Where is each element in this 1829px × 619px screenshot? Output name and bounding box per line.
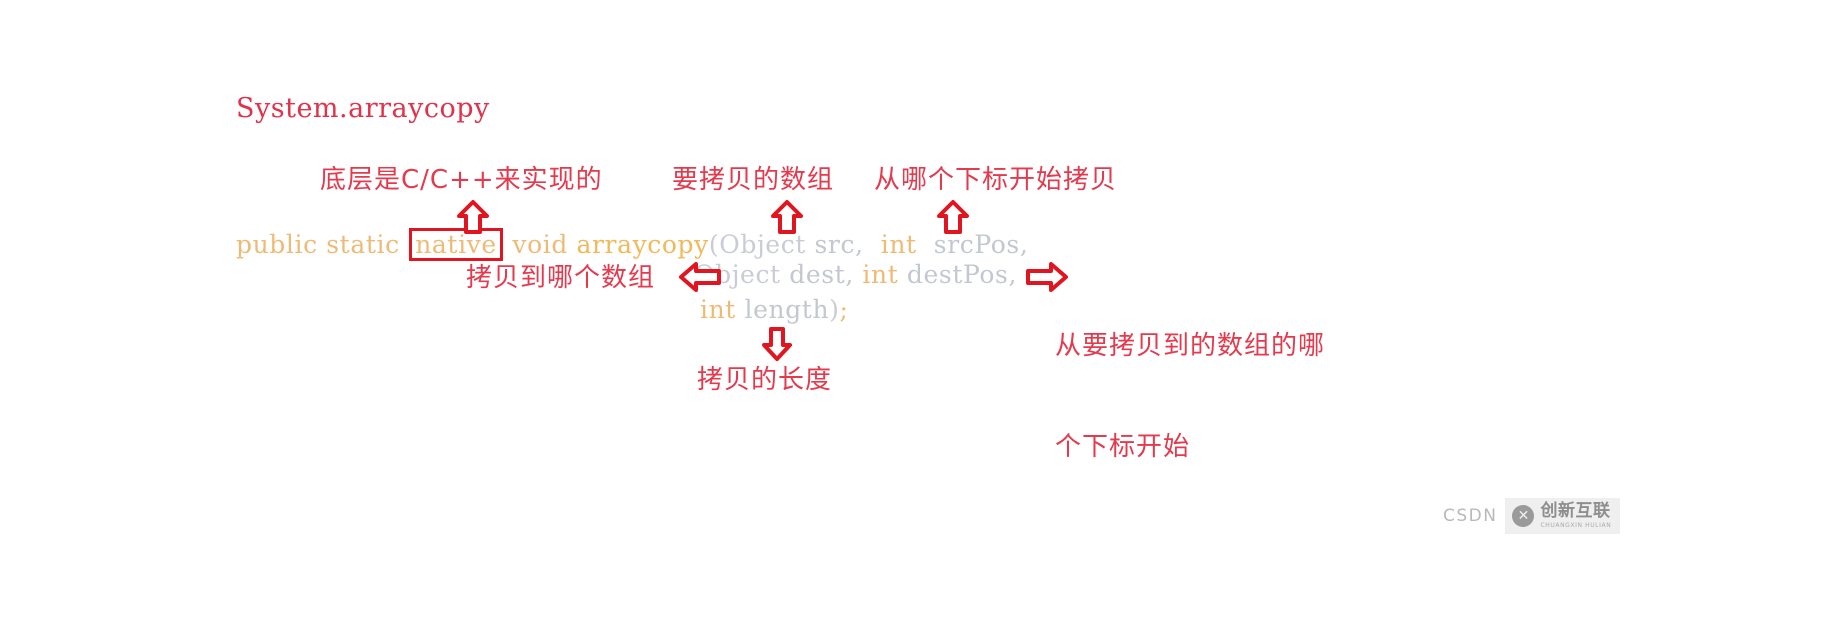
arrow-left-icon — [663, 262, 721, 292]
arrow-right-icon — [1010, 262, 1068, 292]
watermark-brand-pinyin: CHUANGXIN HULIAN — [1540, 522, 1612, 529]
code-line-2: Object dest, int destPos, — [694, 262, 1017, 287]
code-return-type: void — [503, 230, 577, 259]
watermark-brand-cn: 创新互联 — [1540, 501, 1611, 521]
watermark-brand-chip: ✕ 创新互联 CHUANGXIN HULIAN — [1505, 498, 1621, 534]
watermark-brand-text: 创新互联 CHUANGXIN HULIAN — [1540, 503, 1611, 529]
code-param1-name: src, — [805, 230, 864, 259]
annotation-src-pos: 从哪个下标开始拷贝 — [874, 165, 1118, 195]
page-title: System.arraycopy — [236, 93, 490, 124]
code-method-name: arraycopy — [576, 230, 709, 259]
code-param3-name: dest, — [780, 260, 854, 289]
code-param5-name: length — [735, 295, 830, 324]
code-param2-type: int — [863, 230, 917, 259]
code-param4-type: int — [853, 260, 899, 289]
annotation-dest-pos-line1: 从要拷贝到的数组的哪 — [1055, 330, 1326, 361]
arrow-down-icon — [746, 327, 792, 361]
code-param4-name: destPos, — [898, 260, 1018, 289]
brand-logo-icon: ✕ — [1512, 505, 1535, 527]
code-semicolon: ; — [839, 295, 849, 324]
watermark: CSDN ✕ 创新互联 CHUANGXIN HULIAN — [1443, 498, 1621, 534]
code-open-paren: ( — [708, 230, 720, 259]
annotation-dest: 拷贝到哪个数组 — [466, 263, 656, 293]
annotation-dest-pos: 从要拷贝到的数组的哪 个下标开始 — [1055, 262, 1355, 532]
annotation-dest-pos-line2: 个下标开始 — [1055, 431, 1191, 462]
code-close-paren: ) — [829, 295, 840, 324]
annotation-src: 要拷贝的数组 — [672, 165, 835, 195]
code-modifiers: public static — [236, 230, 409, 259]
watermark-site: CSDN — [1443, 506, 1498, 526]
arrow-up-icon — [441, 200, 489, 234]
arrow-up-icon — [755, 200, 803, 234]
annotation-native: 底层是C/C++来实现的 — [320, 165, 603, 195]
annotation-length: 拷贝的长度 — [697, 365, 833, 395]
code-line-1: public static native void arraycopy(Obje… — [236, 228, 1028, 261]
code-line-3: int length); — [700, 297, 849, 322]
arrow-up-icon — [921, 200, 969, 234]
screenshot-canvas: System.arraycopy public static native vo… — [0, 0, 1829, 619]
code-param5-type: int — [700, 295, 736, 324]
